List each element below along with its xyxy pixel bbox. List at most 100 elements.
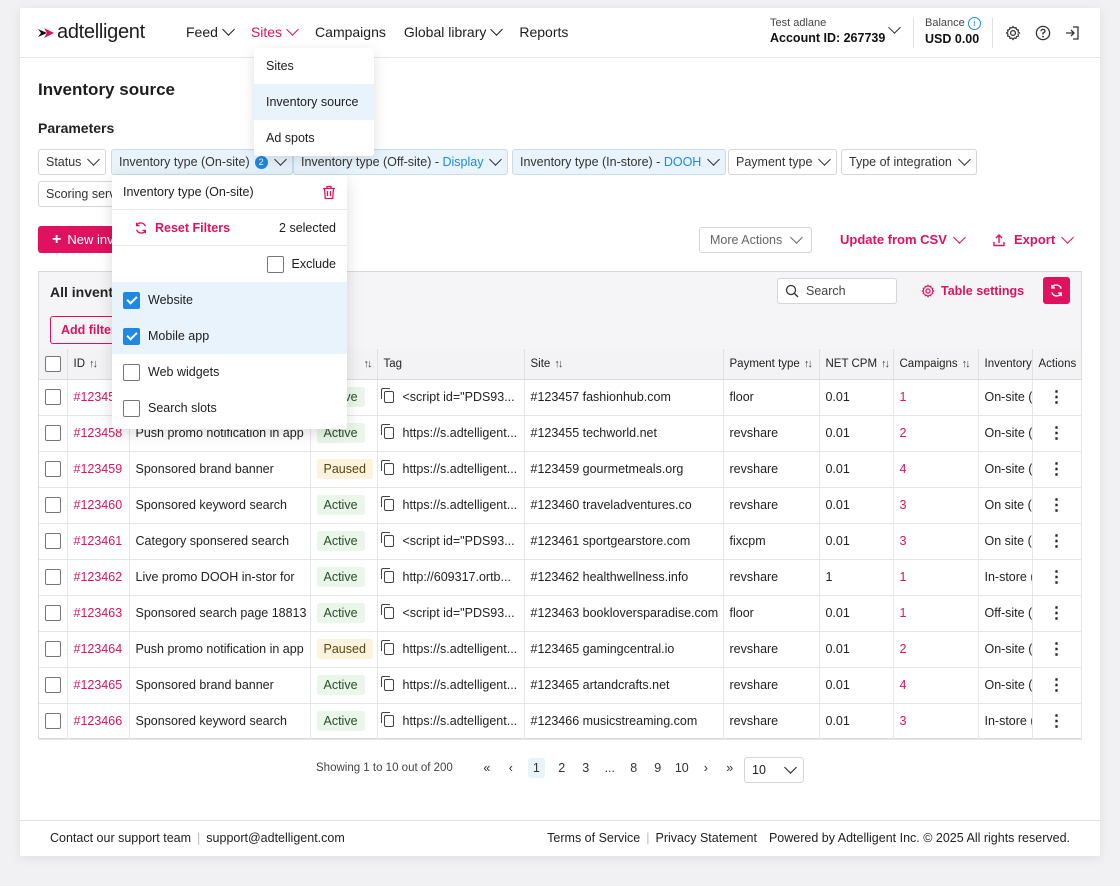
sort-icon[interactable]: ↑↓ [89, 358, 98, 370]
terms-link[interactable]: Terms of Service [547, 831, 640, 845]
export-button[interactable]: Export [992, 230, 1075, 247]
table-row[interactable]: #123459 Sponsored brand banner Paused https… [39, 451, 1082, 488]
option-checkbox[interactable] [123, 399, 140, 417]
table-settings-button[interactable]: Table settings [921, 284, 1024, 298]
reset-filters-button[interactable]: Reset Filters [134, 221, 230, 235]
table-row[interactable]: #123461 Category sponsered search Active <s… [39, 523, 1082, 560]
prev-page-icon[interactable]: ‹ [504, 761, 518, 775]
row-campaigns[interactable]: 3 [893, 703, 979, 740]
row-actions-kebab-icon[interactable]: ⋮ [1032, 595, 1082, 632]
row-checkbox[interactable] [45, 677, 61, 693]
page-button[interactable]: 8 [627, 761, 641, 775]
exclude-toggle[interactable]: Exclude [112, 246, 347, 282]
row-id[interactable]: #123459 [67, 451, 130, 488]
row-id[interactable]: #123460 [67, 487, 130, 524]
support-link[interactable]: Contact our support team [50, 831, 191, 845]
col-campaigns[interactable]: Campaigns ↑↓ [893, 349, 979, 380]
row-actions-kebab-icon[interactable]: ⋮ [1032, 559, 1082, 596]
filter-option[interactable]: Mobile app [112, 318, 347, 354]
integration-type-filter[interactable]: Type of integration [841, 149, 977, 175]
exclude-checkbox[interactable] [266, 255, 284, 273]
option-checkbox[interactable] [123, 363, 140, 381]
menu-item-sites[interactable]: Sites [254, 48, 374, 84]
update-csv-button[interactable]: Update from CSV [840, 230, 966, 247]
nav-sites[interactable]: Sites [251, 23, 299, 40]
payment-type-filter[interactable]: Payment type [728, 149, 838, 175]
row-actions-kebab-icon[interactable]: ⋮ [1032, 631, 1082, 668]
brand-logo[interactable]: adtelligent [38, 21, 145, 44]
row-id[interactable]: #123463 [67, 595, 130, 632]
menu-item-ad-spots[interactable]: Ad spots [254, 120, 374, 156]
row-actions-kebab-icon[interactable]: ⋮ [1032, 451, 1082, 488]
row-campaigns[interactable]: 1 [893, 595, 979, 632]
option-checkbox[interactable] [123, 291, 140, 309]
table-row[interactable]: #123463 Sponsored search page 18813 Active… [39, 595, 1082, 632]
row-checkbox[interactable] [45, 497, 61, 513]
next-page-icon[interactable]: › [699, 761, 713, 775]
row-campaigns[interactable]: 3 [893, 523, 979, 560]
copy-icon[interactable] [380, 388, 394, 403]
row-campaigns[interactable]: 4 [893, 667, 979, 704]
more-actions-button[interactable]: More Actions [699, 227, 813, 253]
table-row[interactable]: #123466 Sponsored keyword search Active htt… [39, 703, 1082, 740]
copy-icon[interactable] [380, 640, 394, 655]
row-actions-kebab-icon[interactable]: ⋮ [1032, 487, 1082, 524]
row-id[interactable]: #123465 [67, 667, 130, 704]
row-checkbox[interactable] [45, 389, 61, 405]
row-checkbox[interactable] [45, 569, 61, 585]
nav-global-library[interactable]: Global library [404, 23, 504, 40]
col-net-cpm[interactable]: NET CPM ↑↓ [819, 349, 894, 380]
table-row[interactable]: #123462 Live promo DOOH in-stor for Active… [39, 559, 1082, 596]
filter-option[interactable]: Web widgets [112, 354, 347, 390]
option-checkbox[interactable] [123, 327, 140, 345]
filter-option[interactable]: Website [112, 282, 347, 318]
row-actions-kebab-icon[interactable]: ⋮ [1032, 703, 1082, 740]
row-campaigns[interactable]: 3 [893, 487, 979, 524]
row-checkbox[interactable] [45, 461, 61, 477]
copy-icon[interactable] [380, 604, 394, 619]
support-email-link[interactable]: support@adtelligent.com [206, 831, 344, 845]
table-row[interactable]: #123460 Sponsored keyword search Active htt… [39, 487, 1082, 524]
search-input[interactable]: Search [777, 278, 897, 304]
sort-icon[interactable]: ↑↓ [962, 358, 971, 370]
status-filter[interactable]: Status [38, 149, 107, 175]
row-checkbox[interactable] [45, 533, 61, 549]
first-page-icon[interactable]: « [480, 761, 494, 775]
copy-icon[interactable] [380, 496, 394, 511]
help-icon[interactable] [1035, 25, 1051, 41]
gear-icon[interactable] [1005, 25, 1021, 41]
sort-icon[interactable]: ↑↓ [881, 358, 890, 370]
copy-icon[interactable] [380, 532, 394, 547]
copy-icon[interactable] [380, 460, 394, 475]
inventory-instore-filter[interactable]: Inventory type (In-store) - DOOH [512, 149, 727, 175]
row-checkbox[interactable] [45, 425, 61, 441]
logout-icon[interactable] [1064, 25, 1080, 41]
refresh-button[interactable] [1043, 277, 1070, 304]
account-chevron-down-icon[interactable] [888, 21, 901, 34]
row-actions-kebab-icon[interactable]: ⋮ [1032, 415, 1082, 452]
info-icon[interactable]: i [967, 17, 981, 30]
row-actions-kebab-icon[interactable]: ⋮ [1032, 379, 1082, 416]
page-button[interactable]: 1 [527, 758, 545, 778]
page-button[interactable]: 9 [651, 761, 665, 775]
row-campaigns[interactable]: 2 [893, 415, 979, 452]
copy-icon[interactable] [380, 676, 394, 691]
scoring-filter[interactable]: Scoring serv [38, 181, 118, 207]
row-checkbox[interactable] [45, 605, 61, 621]
row-campaigns[interactable]: 1 [893, 379, 979, 416]
col-tag[interactable]: Tag [377, 349, 525, 380]
trash-icon[interactable] [322, 185, 336, 200]
row-campaigns[interactable]: 4 [893, 451, 979, 488]
page-button[interactable]: 10 [675, 761, 689, 775]
row-checkbox[interactable] [45, 713, 61, 729]
copy-icon[interactable] [380, 568, 394, 583]
nav-reports[interactable]: Reports [519, 24, 568, 40]
sort-icon[interactable]: ↑↓ [364, 358, 373, 370]
sort-icon[interactable]: ↑↓ [804, 358, 813, 370]
row-actions-kebab-icon[interactable]: ⋮ [1032, 667, 1082, 704]
sort-icon[interactable]: ↑↓ [554, 358, 563, 370]
row-campaigns[interactable]: 1 [893, 559, 979, 596]
page-button[interactable]: 3 [579, 761, 593, 775]
select-all-checkbox[interactable] [45, 355, 61, 372]
filter-option[interactable]: Search slots [112, 390, 347, 426]
